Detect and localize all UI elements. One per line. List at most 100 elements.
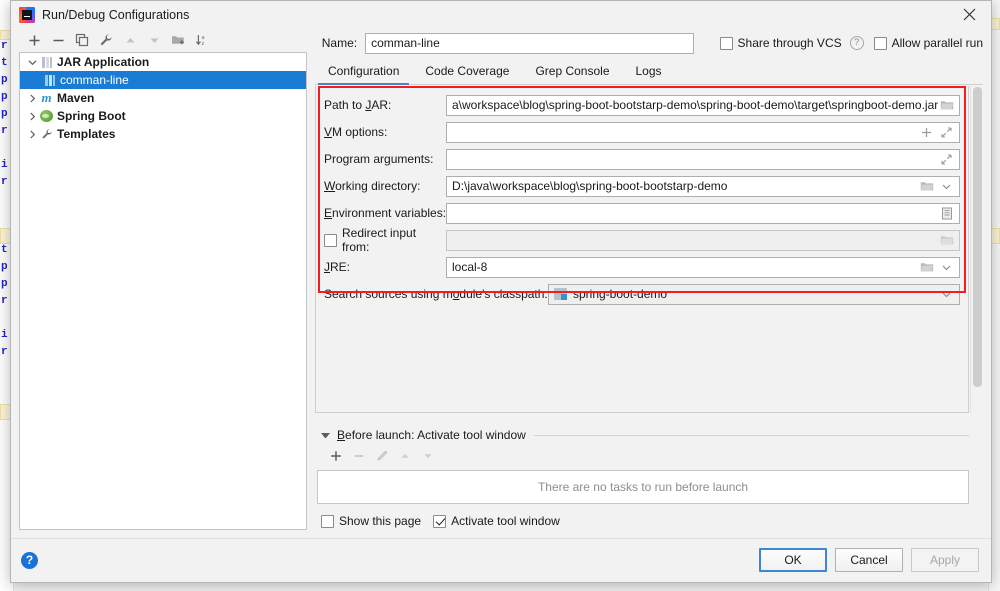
share-through-vcs-checkbox[interactable]: Share through VCS [720, 36, 842, 50]
folder-add-icon[interactable] [167, 30, 189, 51]
chevron-down-icon[interactable] [938, 178, 955, 195]
bottom-checkboxes: Show this page Activate tool window [321, 514, 560, 528]
expand-toggle-icon[interactable] [25, 55, 39, 69]
expand-toggle-icon[interactable] [25, 109, 39, 123]
before-launch-title: Before launch: Activate tool window [337, 428, 526, 442]
add-task-button[interactable] [325, 446, 347, 467]
tab-code-coverage[interactable]: Code Coverage [412, 64, 522, 84]
tree-item-comman-line[interactable]: comman-line [20, 71, 306, 89]
allow-parallel-run-checkbox[interactable]: Allow parallel run [874, 36, 983, 50]
checkbox-box [874, 37, 887, 50]
before-launch-task-list[interactable]: There are no tasks to run before launch [317, 470, 969, 504]
maven-icon: m [39, 91, 54, 105]
field-row-environment-variables: Environment variables: [324, 202, 960, 224]
module-classpath-value: spring-boot-demo [573, 287, 938, 301]
jre-label: JRE: [324, 260, 446, 274]
name-input[interactable] [365, 33, 693, 54]
add-configuration-button[interactable] [23, 30, 45, 51]
configuration-editor-pane: Name: Share through VCS ? Allow parallel… [315, 28, 983, 530]
intellij-idea-logo-icon [19, 7, 35, 23]
tab-grep-console[interactable]: Grep Console [522, 64, 622, 84]
expand-icon[interactable] [938, 151, 955, 168]
configurations-tree[interactable]: JAR Application comman-line m Maven [19, 52, 307, 530]
list-edit-icon[interactable] [938, 205, 955, 222]
path-to-jar-value: a\workspace\blog\spring-boot-bootstarp-d… [452, 98, 938, 112]
field-row-working-directory: Working directory: D:\java\workspace\blo… [324, 175, 960, 197]
copy-configuration-button[interactable] [71, 30, 93, 51]
run-debug-configurations-dialog: Run/Debug Configurations [10, 0, 992, 583]
tab-logs[interactable]: Logs [623, 64, 675, 84]
jre-value: local-8 [452, 260, 918, 274]
show-this-page-checkbox[interactable]: Show this page [321, 514, 421, 528]
tree-item-jar-application[interactable]: JAR Application [20, 53, 306, 71]
redirect-input-checkbox[interactable]: Redirect input from: [324, 226, 446, 254]
dialog-title: Run/Debug Configurations [42, 8, 189, 22]
chevron-down-icon[interactable] [938, 286, 955, 303]
path-to-jar-input[interactable]: a\workspace\blog\spring-boot-bootstarp-d… [446, 95, 960, 116]
checkbox-box [720, 37, 733, 50]
scrollbar-thumb[interactable] [973, 87, 982, 387]
redirect-input-field [446, 230, 960, 251]
jre-input[interactable]: local-8 [446, 257, 960, 278]
configurations-tree-pane: a z JAR Application comman-line [19, 28, 307, 530]
tree-item-label: Maven [57, 91, 94, 105]
before-launch-section: Before launch: Activate tool window [315, 426, 969, 504]
activate-tool-window-checkbox[interactable]: Activate tool window [433, 514, 560, 528]
tree-item-maven[interactable]: m Maven [20, 89, 306, 107]
environment-variables-label: Environment variables: [324, 206, 446, 220]
working-directory-label: Working directory: [324, 179, 446, 193]
sort-az-icon[interactable]: a z [191, 30, 213, 51]
program-arguments-input[interactable] [446, 149, 960, 170]
question-mark-icon[interactable]: ? [850, 36, 864, 50]
expand-toggle-icon[interactable] [25, 91, 39, 105]
form-scrollbar[interactable] [970, 86, 983, 413]
apply-button[interactable]: Apply [911, 548, 979, 572]
tree-item-label: Spring Boot [57, 109, 126, 123]
tree-item-templates[interactable]: Templates [20, 125, 306, 143]
section-divider [534, 435, 969, 436]
move-down-button[interactable] [143, 30, 165, 51]
task-move-down-button[interactable] [417, 446, 439, 467]
field-row-redirect-input: Redirect input from: [324, 229, 960, 251]
expand-icon[interactable] [938, 124, 955, 141]
environment-variables-input[interactable] [446, 203, 960, 224]
remove-configuration-button[interactable] [47, 30, 69, 51]
triangle-down-icon[interactable] [321, 433, 330, 438]
field-row-vm-options: VM options: [324, 121, 960, 143]
vm-options-input[interactable] [446, 122, 960, 143]
tree-item-label: comman-line [60, 73, 129, 87]
expand-toggle-icon[interactable] [25, 127, 39, 141]
pencil-icon[interactable] [371, 446, 393, 467]
folder-icon[interactable] [918, 259, 935, 276]
chevron-down-icon[interactable] [938, 259, 955, 276]
folder-icon[interactable] [938, 97, 955, 114]
before-launch-header[interactable]: Before launch: Activate tool window [315, 426, 969, 444]
vm-options-label: VM options: [324, 125, 446, 139]
module-classpath-combo[interactable]: spring-boot-demo [548, 284, 960, 305]
working-directory-value: D:\java\workspace\blog\spring-boot-boots… [452, 179, 918, 193]
task-move-up-button[interactable] [394, 446, 416, 467]
move-up-button[interactable] [119, 30, 141, 51]
name-row: Name: Share through VCS ? Allow parallel… [315, 28, 983, 54]
dialog-titlebar: Run/Debug Configurations [11, 1, 991, 28]
folder-icon[interactable] [918, 178, 935, 195]
plus-icon[interactable] [918, 124, 935, 141]
empty-task-message: There are no tasks to run before launch [538, 480, 748, 494]
close-icon[interactable] [947, 1, 991, 28]
jar-icon [39, 55, 54, 69]
remove-task-button[interactable] [348, 446, 370, 467]
cancel-button[interactable]: Cancel [835, 548, 903, 572]
wrench-icon[interactable] [95, 30, 117, 51]
dialog-footer: ? OK Cancel Apply [11, 538, 991, 582]
ok-button[interactable]: OK [759, 548, 827, 572]
show-this-page-label: Show this page [339, 514, 421, 528]
before-launch-toolbar [315, 444, 969, 468]
working-directory-input[interactable]: D:\java\workspace\blog\spring-boot-boots… [446, 176, 960, 197]
checkbox-box [433, 515, 446, 528]
question-mark-icon[interactable]: ? [21, 552, 38, 569]
path-to-jar-label: Path to JAR: [324, 98, 446, 112]
configuration-tabs: Configuration Code Coverage Grep Console… [315, 57, 983, 85]
tree-item-spring-boot[interactable]: Spring Boot [20, 107, 306, 125]
tab-configuration[interactable]: Configuration [315, 64, 412, 84]
folder-icon [938, 232, 955, 249]
